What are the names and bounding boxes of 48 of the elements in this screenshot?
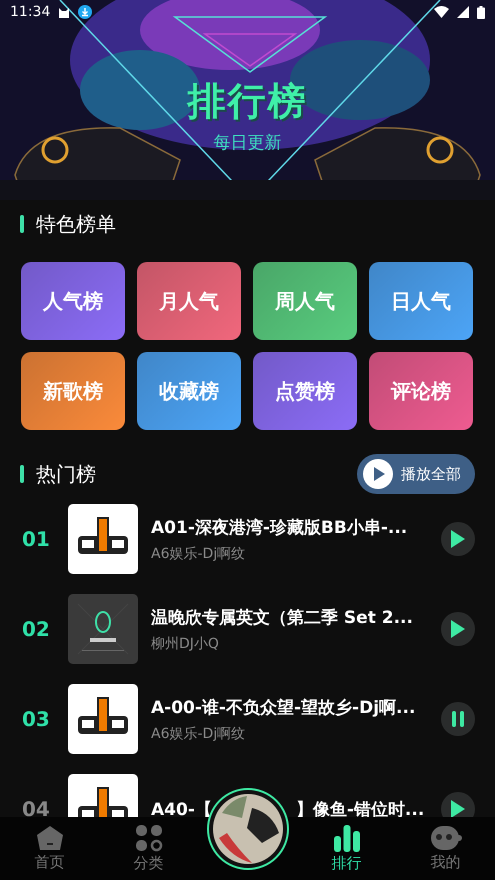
track-title: 】像鱼-错位时... xyxy=(296,798,424,817)
chart-tile[interactable]: 评论榜 xyxy=(369,352,473,430)
profile-icon xyxy=(430,825,462,851)
track-title: A40-【 xyxy=(151,798,212,817)
wifi-icon xyxy=(434,6,449,18)
nav-tab[interactable]: 首页 xyxy=(0,825,99,872)
chart-tile[interactable]: 月人气 xyxy=(137,262,241,340)
signal-icon xyxy=(457,6,469,18)
pause-icon xyxy=(451,711,465,727)
play-icon xyxy=(451,530,465,548)
chart-tile[interactable]: 收藏榜 xyxy=(137,352,241,430)
play-icon xyxy=(451,800,465,817)
grid-icon xyxy=(134,824,162,852)
chart-tile[interactable]: 日人气 xyxy=(369,262,473,340)
play-button[interactable] xyxy=(441,792,475,817)
banner-title: 排行榜 xyxy=(188,78,308,125)
banner-subtitle: 每日更新 xyxy=(214,132,282,154)
nav-tab[interactable]: 分类 xyxy=(99,824,198,873)
home-icon xyxy=(36,825,64,851)
play-icon xyxy=(451,620,465,638)
rank-number: 03 xyxy=(22,707,51,731)
chart-tile[interactable]: 周人气 xyxy=(253,262,357,340)
chart-tile[interactable]: 新歌榜 xyxy=(21,352,125,430)
track-artist: A6娱乐-Dj啊纹 xyxy=(151,724,246,742)
section-heading: 热门榜 xyxy=(36,460,96,488)
status-time: 11:34 xyxy=(10,4,50,20)
play-icon xyxy=(363,459,393,489)
chart-tile[interactable]: 人气榜 xyxy=(21,262,125,340)
pause-button[interactable] xyxy=(441,702,475,736)
track-title: A01-深夜港湾-珍藏版BB小串-... xyxy=(151,516,408,538)
chart-icon xyxy=(332,824,360,852)
play-button[interactable] xyxy=(441,522,475,556)
nav-tab[interactable]: 排行 xyxy=(297,824,396,873)
battery-icon xyxy=(477,6,485,18)
cat-icon xyxy=(58,6,70,18)
rank-number: 04 xyxy=(22,797,51,817)
track-title: 温晚欣专属英文（第二季 Set 2... xyxy=(151,606,414,628)
download-icon xyxy=(78,5,92,19)
nav-tab[interactable]: 我的 xyxy=(396,825,495,872)
rank-number: 01 xyxy=(22,527,51,551)
play-button[interactable] xyxy=(441,612,475,646)
chart-tile[interactable]: 点赞榜 xyxy=(253,352,357,430)
section-heading: 特色榜单 xyxy=(36,210,116,238)
track-title: A-00-谁-不负众望-望故乡-Dj啊... xyxy=(151,696,416,718)
track-artist: A6娱乐-Dj啊纹 xyxy=(151,544,246,562)
rank-number: 02 xyxy=(22,617,51,641)
track-artist: 柳州DJ小Q xyxy=(151,634,220,652)
play-all-button[interactable]: 播放全部 xyxy=(357,454,475,494)
